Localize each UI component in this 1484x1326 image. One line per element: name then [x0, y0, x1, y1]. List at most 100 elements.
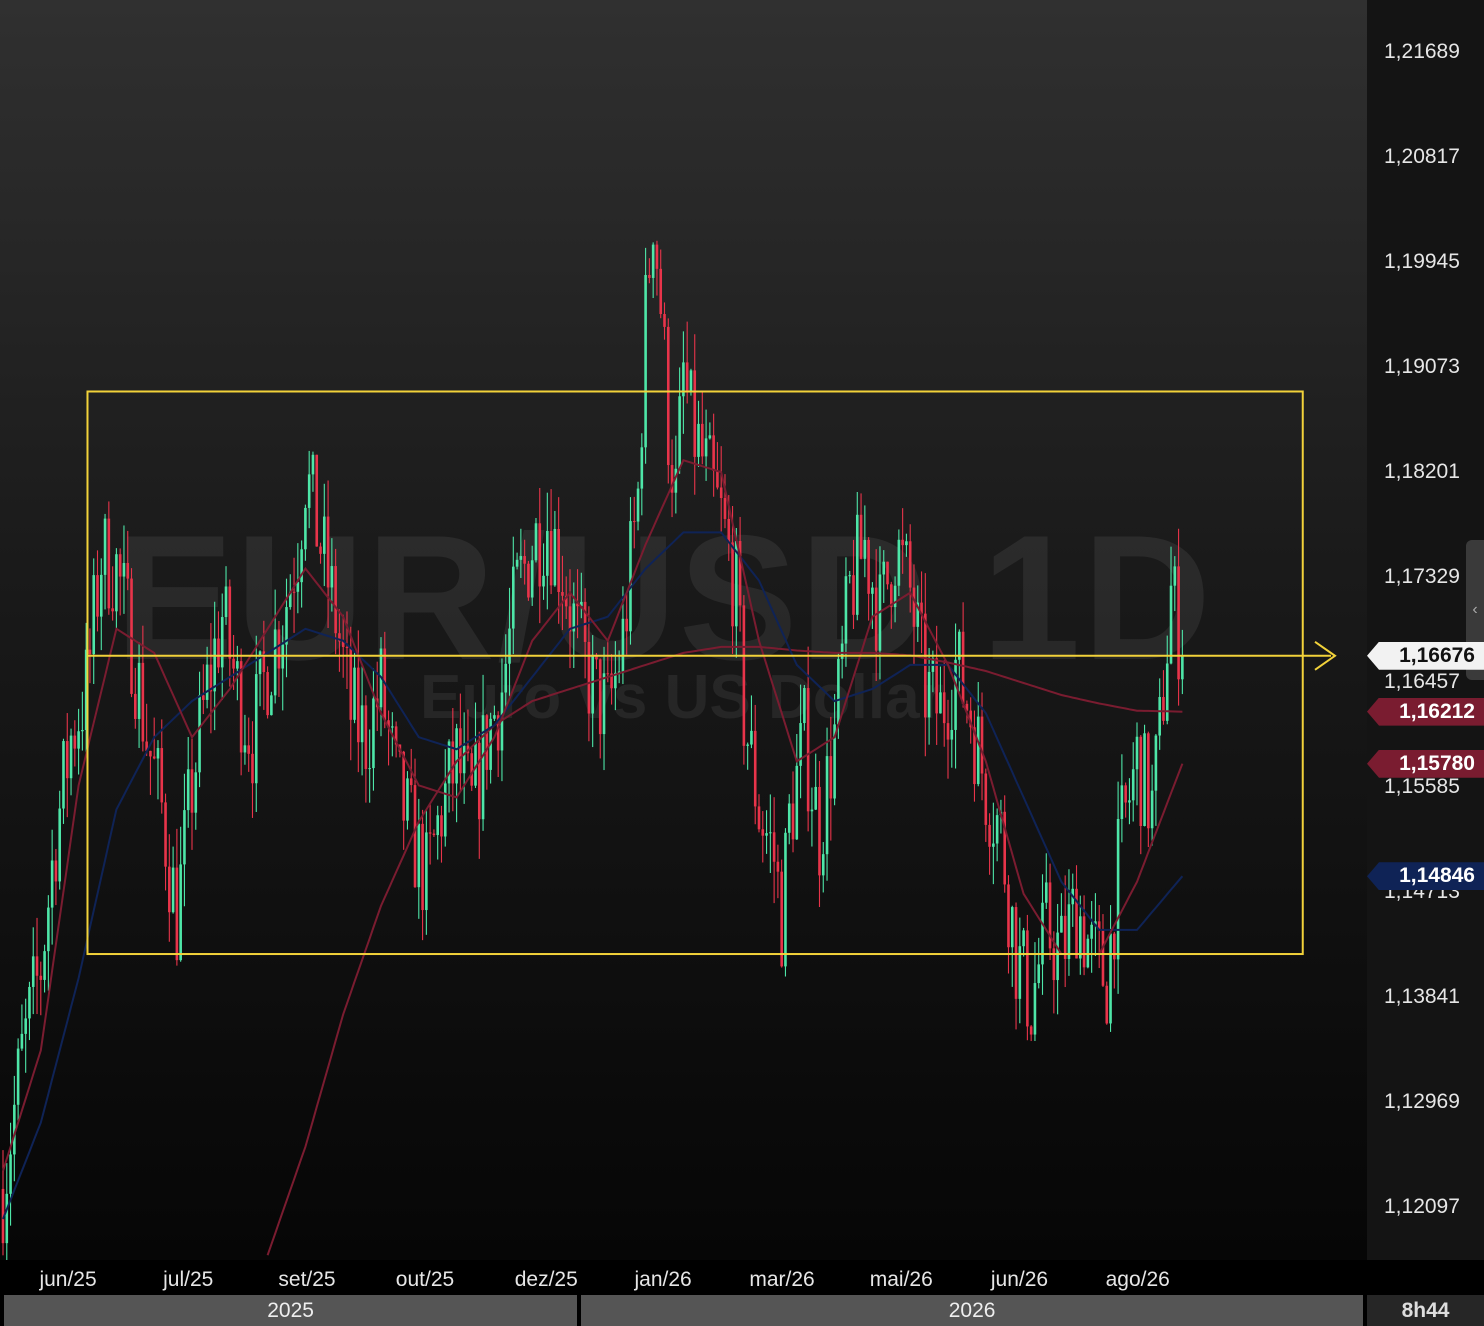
candle-body [323, 516, 326, 554]
candle-body [1177, 566, 1180, 680]
candle-body [908, 541, 912, 588]
candle-body [640, 447, 644, 489]
candle-body [874, 587, 878, 651]
candle-body [1010, 907, 1014, 948]
candle-body [757, 806, 761, 830]
chart-app: EUR/USD 1D Euro vs US Dollar 1,21689 1,20… [0, 0, 1484, 1326]
candle-body [753, 730, 757, 807]
candle-body [1090, 924, 1093, 939]
candle-body [47, 907, 50, 952]
candle-body [35, 956, 39, 976]
year-label: 2025 [4, 1295, 578, 1326]
year-label: 2026 [581, 1295, 1363, 1326]
candle-body [1029, 1026, 1033, 1035]
candle-body [334, 566, 337, 634]
candle-body [88, 649, 92, 655]
candle-body [277, 629, 281, 669]
plot-area[interactable]: EUR/USD 1D Euro vs US Dollar [0, 0, 1367, 1260]
candle-body [515, 559, 519, 567]
candle-body [92, 575, 96, 655]
candle-body [644, 274, 647, 448]
candle-body [409, 778, 413, 786]
price-tick-label: 1,16457 [1384, 670, 1460, 694]
candle-body [254, 674, 258, 784]
price-tick-label: 1,17329 [1384, 565, 1460, 589]
candle-body [413, 785, 417, 888]
candle-body [1007, 884, 1010, 948]
candle-body [1037, 964, 1041, 984]
candle-body [1143, 733, 1146, 827]
candle-body [1041, 902, 1044, 965]
price-axis[interactable]: 1,21689 1,20817 1,19945 1,19073 1,18201 1,173… [1367, 0, 1484, 1260]
candle-body [689, 370, 693, 392]
candlestick-chart[interactable] [0, 0, 1367, 1260]
candle-body [602, 673, 606, 735]
candle-body [440, 815, 443, 837]
month-label: out/25 [395, 1268, 455, 1291]
candle-body [1147, 733, 1150, 829]
candle-body [583, 601, 587, 642]
candle-body [1124, 785, 1127, 803]
candle-body [791, 803, 795, 840]
candle-body [164, 802, 167, 867]
candle-body [504, 663, 508, 693]
countdown-clock: 8h44 [1367, 1295, 1484, 1326]
candle-body [852, 575, 855, 615]
moving-average-slow [266, 645, 1183, 1256]
time-axis[interactable]: jun/25 jul/25 set/25 out/25 dez/25 jan/26 mar/… [0, 1260, 1367, 1326]
candle-body [330, 566, 334, 588]
candle-body [304, 507, 307, 550]
candle-body [62, 741, 65, 809]
candle-body [213, 638, 216, 692]
last-price-tag: 1,16676 [1367, 641, 1484, 670]
candle-body [693, 370, 697, 457]
candle-body [122, 563, 126, 577]
candle-body [648, 274, 651, 278]
candle-body [546, 530, 549, 576]
candle-body [829, 756, 833, 799]
candle-body [39, 975, 43, 980]
month-label: set/25 [278, 1268, 336, 1291]
candle-body [175, 867, 179, 961]
candle-body [77, 731, 80, 749]
candle-body [266, 672, 269, 716]
candle-body [349, 647, 353, 720]
candle-body [402, 751, 405, 821]
candle-body [629, 521, 632, 632]
candle-body [58, 808, 61, 882]
candle-body [984, 773, 988, 825]
candle-body [1128, 800, 1131, 803]
candle-body [780, 871, 783, 967]
candle-body [149, 750, 152, 757]
candle-body [1082, 916, 1086, 968]
candle-body [1014, 907, 1018, 999]
candle-body [772, 832, 776, 862]
candle-body [1101, 929, 1105, 986]
candle-body [844, 576, 848, 644]
candle-body [769, 832, 772, 834]
candle-body [1169, 585, 1173, 664]
candle-body [251, 753, 254, 784]
candle-body [205, 664, 209, 700]
candle-body [236, 661, 239, 669]
candle-body [50, 860, 54, 908]
candle-body [1131, 769, 1135, 801]
candle-body [258, 651, 262, 675]
candle-body [141, 662, 145, 742]
candle-body [867, 539, 870, 594]
candle-body [285, 607, 288, 645]
candle-body [436, 815, 439, 836]
candle-body [523, 556, 526, 564]
candle-body [194, 772, 198, 813]
candle-body [621, 618, 625, 672]
candle-body [228, 586, 232, 659]
candle-body [16, 1048, 20, 1105]
candle-body [432, 833, 436, 836]
axis-corner: 8h44 [1367, 1260, 1484, 1326]
candle-body [319, 546, 322, 554]
candle-body [455, 728, 458, 784]
price-tick-label: 1,12969 [1384, 1090, 1460, 1114]
candle-body [1158, 697, 1161, 736]
candle-body [99, 574, 103, 617]
candle-body [663, 314, 666, 327]
